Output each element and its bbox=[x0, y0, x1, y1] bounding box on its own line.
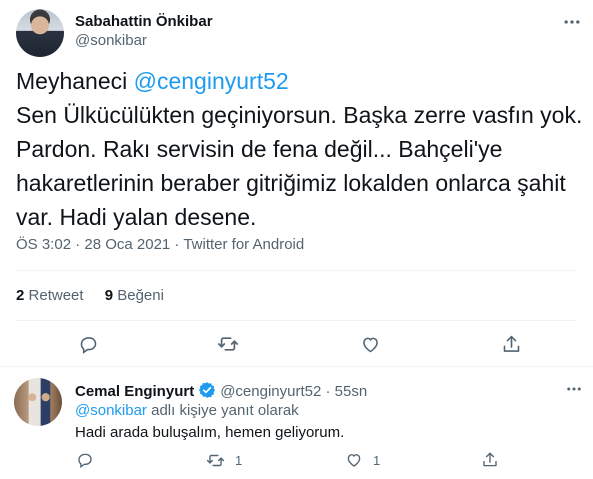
retweets-count: 2 bbox=[16, 287, 25, 304]
replying-to: @sonkibar adlı kişiye yanıt olarak bbox=[75, 402, 299, 419]
reply-header: Cemal Enginyurt @cenginyurt52 · 55sn bbox=[75, 381, 367, 400]
heart-icon bbox=[347, 454, 361, 467]
retweet-icon bbox=[218, 337, 238, 351]
reply-like-count: 1 bbox=[373, 452, 381, 468]
tweet-line-prefix: Meyhaneci bbox=[16, 68, 134, 94]
reply-icon bbox=[80, 336, 96, 354]
divider bbox=[0, 366, 593, 367]
reply-author-handle[interactable]: @cenginyurt52 bbox=[220, 383, 321, 400]
reply-text: Hadi arada buluşalım, hemen geliyorum. bbox=[75, 424, 345, 441]
likes-stat[interactable]: 9 Beğeni bbox=[105, 287, 164, 304]
author-handle[interactable]: @sonkibar bbox=[75, 32, 147, 49]
reply-time[interactable]: 55sn bbox=[335, 383, 368, 400]
share-icon bbox=[503, 335, 519, 352]
divider bbox=[16, 320, 577, 321]
reply-author-name[interactable]: Cemal Enginyurt bbox=[75, 383, 194, 400]
tweet-stats: 2 Retweet 9 Beğeni bbox=[16, 287, 181, 304]
more-options-button[interactable] bbox=[562, 12, 582, 37]
verified-badge-icon bbox=[199, 382, 216, 398]
reply-reply-button[interactable] bbox=[76, 451, 94, 469]
tweet-line: Sen Ülkücülükten geçiniyorsun. Başka zer… bbox=[16, 102, 583, 128]
more-horizontal-icon bbox=[567, 387, 581, 391]
tweet-line: Pardon. Rakı servisin de fena değil... B… bbox=[16, 136, 503, 162]
reply-author-avatar[interactable] bbox=[14, 378, 62, 426]
retweet-icon bbox=[206, 454, 225, 467]
tweet-meta: ÖS 3:02 · 28 Oca 2021 · Twitter for Andr… bbox=[16, 236, 304, 253]
tweet-timestamp[interactable]: ÖS 3:02 · 28 Oca 2021 bbox=[16, 236, 170, 253]
reply-retweet-button[interactable]: 1 bbox=[206, 451, 242, 470]
share-icon bbox=[483, 452, 497, 467]
reply-button[interactable] bbox=[76, 332, 100, 356]
divider bbox=[16, 270, 577, 271]
retweet-button[interactable] bbox=[216, 332, 240, 356]
share-button[interactable] bbox=[499, 332, 523, 356]
tweet-text: Meyhaneci @cenginyurt52 Sen Ülkücülükten… bbox=[16, 64, 583, 234]
reply-separator: · bbox=[321, 383, 335, 400]
retweets-label: Retweet bbox=[28, 287, 84, 304]
meta-separator: · bbox=[170, 236, 184, 253]
tweet-line: var. Hadi yalan desene. bbox=[16, 204, 257, 230]
reply-retweet-count: 1 bbox=[235, 453, 243, 468]
reply-share-button[interactable] bbox=[481, 451, 499, 469]
replying-suffix: adlı kişiye yanıt olarak bbox=[146, 402, 299, 419]
likes-label: Beğeni bbox=[117, 287, 164, 304]
replying-mention[interactable]: @sonkibar bbox=[75, 402, 147, 419]
author-name[interactable]: Sabahattin Önkibar bbox=[75, 13, 213, 30]
heart-icon bbox=[362, 337, 378, 352]
retweets-stat[interactable]: 2 Retweet bbox=[16, 287, 84, 304]
more-horizontal-icon bbox=[564, 20, 580, 24]
like-button[interactable] bbox=[358, 332, 382, 356]
tweet-line: Meyhaneci @cenginyurt52 bbox=[16, 64, 581, 98]
reply-icon bbox=[78, 453, 92, 469]
mention-link[interactable]: @cenginyurt52 bbox=[134, 68, 289, 94]
reply-like-button[interactable]: 1 bbox=[345, 451, 380, 469]
tweet-source[interactable]: Twitter for Android bbox=[183, 236, 304, 253]
reply-more-options-button[interactable] bbox=[565, 380, 583, 403]
tweet-line: hakaretlerinin beraber gitriğimiz lokald… bbox=[16, 170, 566, 196]
likes-count: 9 bbox=[104, 287, 114, 304]
author-avatar[interactable] bbox=[16, 9, 64, 57]
